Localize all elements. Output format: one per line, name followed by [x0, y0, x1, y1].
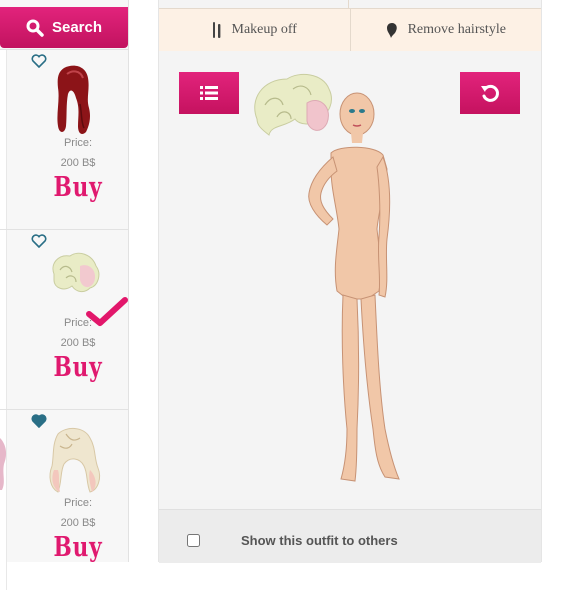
- avatar-figure: [254, 73, 400, 482]
- hairstyle-preview: [254, 73, 332, 136]
- search-icon: [26, 19, 44, 37]
- makeup-brush-icon: [212, 22, 220, 38]
- shop-item: Price: 200 B$ Buy: [0, 409, 128, 590]
- reset-button[interactable]: [460, 72, 520, 114]
- search-button[interactable]: Search: [0, 7, 128, 48]
- price-label: Price:: [63, 317, 93, 329]
- dressup-panel: Makeup off Remove hairstyle Show this ou…: [158, 0, 542, 563]
- makeup-off-label: Makeup off: [231, 22, 297, 37]
- menu-button[interactable]: [179, 72, 239, 114]
- hair-icon: [386, 23, 397, 38]
- buy-button[interactable]: Buy: [16, 172, 141, 203]
- show-outfit-label: Show this outfit to others: [241, 533, 398, 548]
- makeup-off-button[interactable]: Makeup off: [159, 9, 350, 51]
- shop-column: Search Price: 200 B$ Buy Price: 200 B$ B…: [0, 0, 129, 590]
- price-label: Price:: [63, 137, 93, 149]
- price-value: 200 B$: [60, 517, 96, 529]
- price-value: 200 B$: [60, 337, 96, 349]
- divider: [348, 0, 349, 8]
- show-outfit-checkbox[interactable]: [187, 534, 200, 547]
- hair-fragment: [0, 438, 7, 490]
- avatar-stage: [159, 51, 541, 509]
- shop-item: Price: 200 B$ Buy: [0, 49, 128, 230]
- shop-item: Price: 200 B$ Buy: [0, 229, 128, 410]
- hairstyle-thumbnail[interactable]: [40, 424, 106, 496]
- hairstyle-thumbnail[interactable]: [40, 64, 106, 136]
- price-value: 200 B$: [60, 157, 96, 169]
- footer-bar: Show this outfit to others: [159, 509, 541, 563]
- price-label: Price:: [63, 497, 93, 509]
- remove-hairstyle-label: Remove hairstyle: [407, 22, 506, 37]
- list-icon: [200, 86, 218, 100]
- toolbar: Makeup off Remove hairstyle: [159, 8, 541, 52]
- search-label: Search: [51, 19, 103, 36]
- buy-button[interactable]: Buy: [16, 352, 141, 383]
- remove-hairstyle-button[interactable]: Remove hairstyle: [349, 9, 542, 51]
- buy-button[interactable]: Buy: [16, 532, 141, 563]
- undo-icon: [481, 84, 499, 102]
